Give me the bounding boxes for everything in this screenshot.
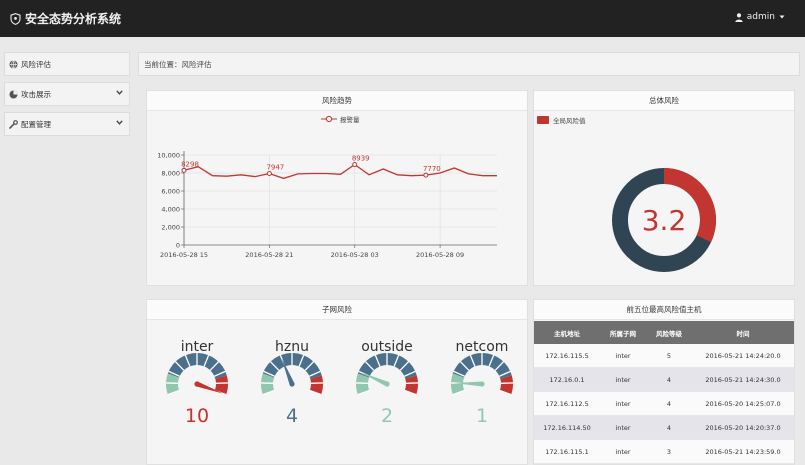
total-risk-value: 3.2	[642, 204, 687, 237]
x-tick-label: 2016-05-28 21	[245, 251, 293, 259]
y-tick-label: 8,000	[161, 170, 180, 178]
panel-title: 总体风险	[534, 91, 794, 111]
column-header[interactable]: 时间	[692, 328, 794, 338]
table-row[interactable]: 172.16.115.1 inter 3 2016-05-21 14:23:59…	[534, 440, 794, 464]
cell-host: 172.16.112.5	[545, 399, 589, 408]
cell-host: 172.16.114.50	[543, 423, 591, 432]
subnet-gauges: inter 10 hznu 4 outside 2 netcom 1	[165, 339, 514, 427]
y-tick-label: 2,000	[161, 224, 180, 232]
y-tick-label: 10,000	[157, 152, 180, 160]
gauge-value: 1	[476, 405, 488, 427]
pie-icon	[9, 90, 18, 99]
cell-time: 2016-05-21 14:24:20.0	[705, 351, 781, 360]
cell-time: 2016-05-21 14:24:30.0	[705, 375, 781, 384]
table-row[interactable]: 172.16.114.50 inter 4 2016-05-20 14:20:3…	[534, 416, 794, 440]
data-point	[266, 170, 272, 176]
trend-chart: 0 2,000 4,000 6,000 8,000 10,000 2016-05-28 15…	[157, 151, 497, 259]
table-row[interactable]: 172.16.112.5 inter 4 2016-05-20 14:25:07…	[534, 392, 794, 416]
data-label: 8298	[181, 160, 199, 168]
shield-icon	[10, 12, 21, 25]
data-label: 8939	[352, 155, 370, 163]
gauge-pivot	[384, 381, 390, 387]
column-header[interactable]: 主机地址	[534, 328, 600, 338]
cell-host: 172.16.115.5	[545, 351, 589, 360]
chevron-down-icon	[116, 90, 123, 95]
x-tick-label: 2016-05-28 09	[416, 251, 464, 259]
risk-donut-chart: 3.2	[612, 168, 716, 272]
sidebar-item-config[interactable]: 配置管理	[4, 112, 130, 136]
data-point	[423, 172, 429, 178]
data-label: 7947	[266, 163, 284, 171]
gauge-name: outside	[361, 339, 413, 355]
cell-subnet: inter	[615, 447, 631, 456]
cell-time: 2016-05-20 14:20:37.0	[705, 423, 781, 432]
breadcrumb-text: 当前位置：风险评估	[144, 59, 212, 69]
gauge-value: 4	[286, 405, 298, 427]
sidebar-item-attack-display[interactable]: 攻击展示	[4, 82, 130, 106]
sidebar: 风险评估 攻击展示 配置管理	[4, 52, 130, 142]
gauge-name: netcom	[456, 339, 509, 355]
data-label: 7770	[423, 165, 441, 173]
brand[interactable]: 安全态势分析系统	[10, 10, 121, 27]
top5-hosts-panel: 前五位最高风险值主机 主机地址 所属子网 风险等级 时间 172.16.115.…	[533, 299, 795, 465]
cell-host: 172.16.0.1	[549, 375, 585, 384]
x-tick-label: 2016-05-28 03	[331, 251, 379, 259]
cell-level: 4	[666, 399, 672, 408]
y-tick-label: 6,000	[161, 188, 180, 196]
caret-down-icon	[779, 15, 785, 19]
y-tick-label: 4,000	[161, 206, 180, 214]
sidebar-item-label: 配置管理	[21, 119, 51, 129]
gauge-value: 10	[185, 405, 209, 427]
risk-trend-panel: 风险趋势 报警量 0 2,000 4,000 6,000 8,000 10,000 2016…	[146, 90, 528, 286]
cell-subnet: inter	[615, 351, 631, 360]
data-point	[181, 167, 187, 173]
gauge-pivot	[194, 381, 200, 387]
username: admin	[746, 12, 775, 22]
cell-host: 172.16.115.1	[545, 447, 589, 456]
cell-level: 3	[666, 447, 672, 456]
globe-icon	[9, 59, 18, 69]
cell-level: 5	[666, 351, 672, 360]
cell-subnet: inter	[615, 399, 631, 408]
table-header: 主机地址 所属子网 风险等级 时间	[534, 321, 794, 344]
y-tick-label: 0	[176, 242, 180, 250]
subnet-risk-panel: 子网风险 inter 10 hznu 4 outside 2 netcom 1	[146, 299, 528, 465]
sidebar-item-risk-assessment[interactable]: 风险评估	[4, 52, 130, 76]
cell-time: 2016-05-20 14:25:07.0	[705, 399, 781, 408]
user-menu[interactable]: admin	[735, 12, 785, 22]
series-line	[183, 163, 497, 180]
gauge-name: hznu	[275, 339, 309, 355]
gauge-value: 2	[381, 405, 393, 427]
user-icon	[735, 12, 743, 22]
gauge-pivot	[289, 381, 295, 387]
x-tick-label: 2016-05-28 15	[160, 251, 208, 259]
cell-subnet: inter	[615, 375, 631, 384]
panel-title: 风险趋势	[147, 91, 527, 111]
app-title: 安全态势分析系统	[25, 12, 122, 26]
sidebar-item-label: 风险评估	[21, 59, 51, 69]
cell-subnet: inter	[615, 423, 631, 432]
cell-time: 2016-05-21 14:23:59.0	[705, 447, 781, 456]
cell-level: 4	[666, 375, 672, 384]
table-row[interactable]: 172.16.115.5 inter 5 2016-05-21 14:24:20…	[534, 344, 794, 368]
sidebar-item-label: 攻击展示	[21, 89, 51, 99]
table-row[interactable]: 172.16.0.1 inter 4 2016-05-21 14:24:30.0	[534, 368, 794, 392]
gauge-pivot	[479, 381, 485, 387]
panel-title: 子网风险	[147, 300, 527, 320]
top-navbar: 安全态势分析系统 admin	[0, 0, 805, 37]
chevron-down-icon	[116, 120, 123, 125]
data-point	[352, 162, 358, 168]
wrench-icon	[9, 119, 18, 129]
panel-title: 前五位最高风险值主机	[534, 300, 794, 320]
gauge-name: inter	[181, 339, 214, 355]
hosts-table: 主机地址 所属子网 风险等级 时间 172.16.115.5 inter 5 2…	[534, 321, 794, 464]
cell-level: 4	[666, 423, 672, 432]
total-risk-panel: 总体风险 全局风险值 3.2	[533, 90, 795, 286]
column-header[interactable]: 所属子网	[600, 328, 646, 338]
column-header[interactable]: 风险等级	[646, 328, 692, 338]
breadcrumb: 当前位置：风险评估	[138, 52, 800, 76]
